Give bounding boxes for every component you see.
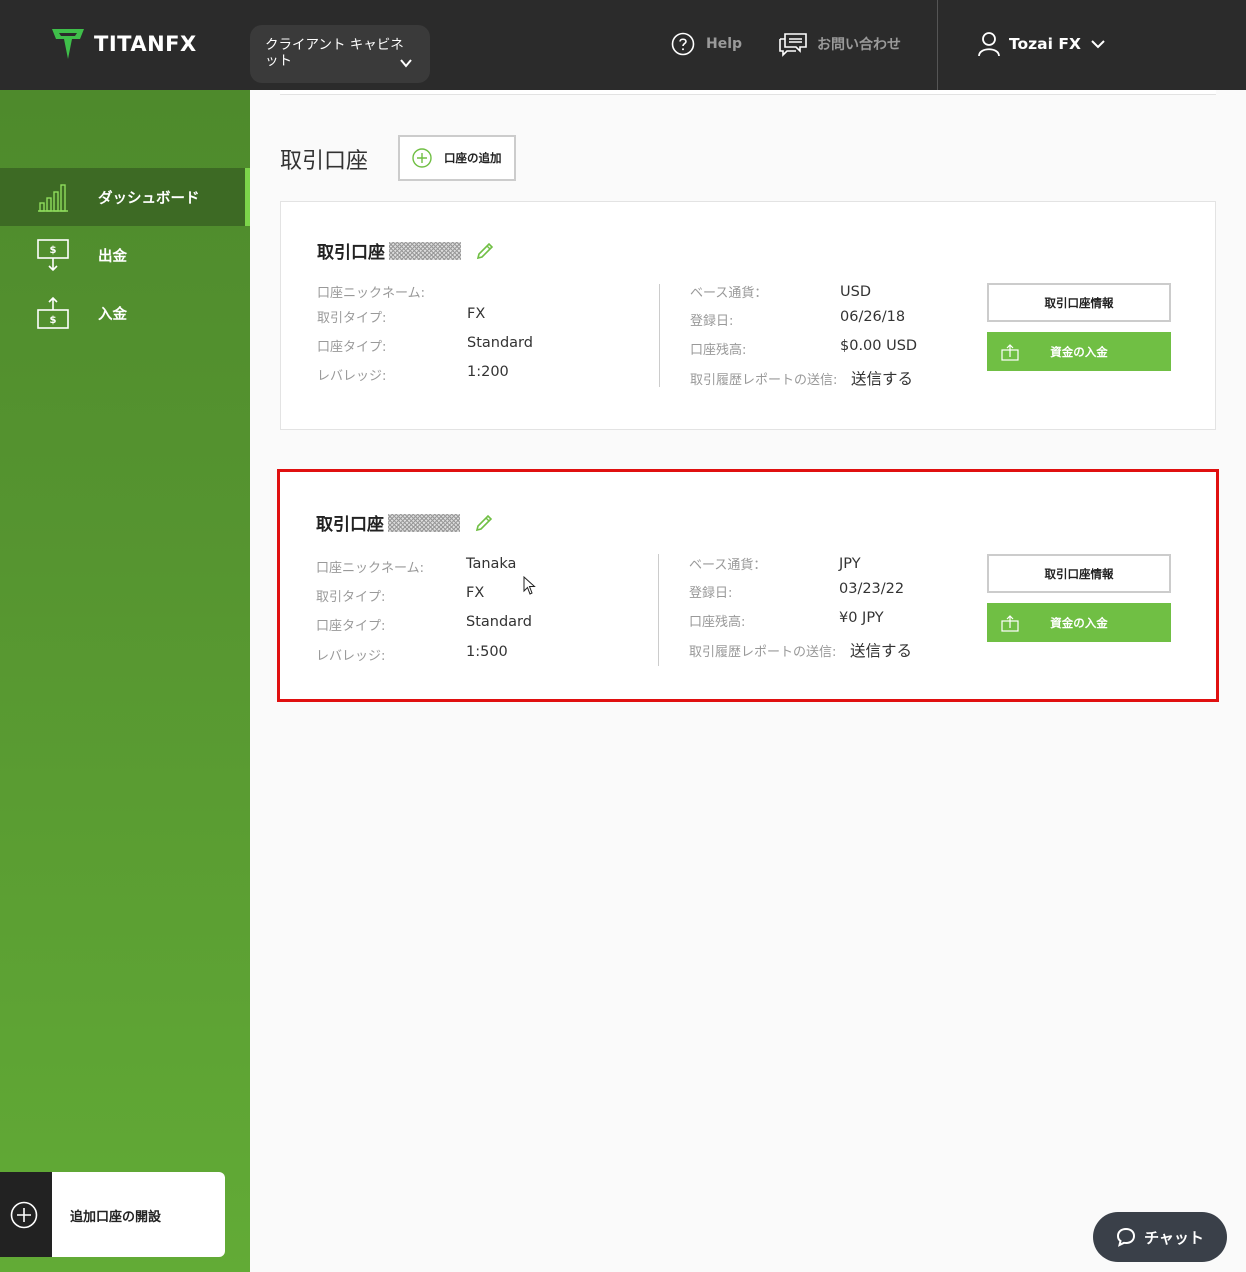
leverage-value: 1:200 <box>467 364 509 380</box>
deposit-icon <box>1001 344 1019 361</box>
deposit-funds-button[interactable]: 資金の入金 <box>987 332 1171 371</box>
chat-bubbles-icon <box>779 33 807 57</box>
trade-type-label: 取引タイプ: <box>316 590 386 605</box>
balance-value: ¥0 JPY <box>839 610 884 626</box>
registered-value: 06/26/18 <box>840 309 906 325</box>
account-info-label: 取引口座情報 <box>1044 566 1114 581</box>
account-card: 取引口座 口座ニックネーム: 取引タイプ: FX 口座タイプ: Standard… <box>280 201 1216 430</box>
sidebar: ダッシュボード $ 出金 $ 入金 追加口座の開設 <box>0 90 250 1272</box>
cabinet-label: クライアント キャビネット <box>265 37 404 69</box>
chart-bars-icon <box>38 184 68 212</box>
account-title: 取引口座 <box>316 510 494 535</box>
deposit-icon: $ <box>37 296 69 329</box>
leverage-label: レバレッジ: <box>317 369 387 384</box>
sidebar-item-label: ダッシュボード <box>98 190 200 207</box>
redacted-account-number <box>389 241 461 260</box>
nickname-value: Tanaka <box>466 556 517 572</box>
help-link[interactable]: Help <box>671 32 742 56</box>
nickname-label: 口座ニックネーム: <box>316 561 424 576</box>
balance-label: 口座残高: <box>690 343 747 358</box>
account-info-label: 取引口座情報 <box>1044 295 1114 310</box>
mouse-cursor-icon <box>523 576 536 595</box>
speech-bubble-icon <box>1117 1227 1136 1247</box>
previous-card-edge <box>280 90 1216 95</box>
chevron-down-icon <box>400 59 412 68</box>
account-title: 取引口座 <box>317 238 495 263</box>
balance-label: 口座残高: <box>689 615 746 630</box>
report-label: 取引履歴レポートの送信: <box>690 373 838 388</box>
plus-circle-icon <box>10 1201 38 1229</box>
titanfx-logo[interactable]: TITANFX <box>50 26 197 62</box>
deposit-icon <box>1001 615 1019 632</box>
user-name: Tozai FX <box>1009 35 1081 53</box>
titan-shield-icon <box>52 29 84 59</box>
plus-circle-icon <box>412 148 432 168</box>
header-divider <box>937 0 938 90</box>
leverage-value: 1:500 <box>466 644 508 660</box>
registered-label: 登録日: <box>690 314 734 329</box>
user-menu[interactable]: Tozai FX <box>978 31 1105 57</box>
sidebar-item-deposit[interactable]: $ 入金 <box>0 284 250 342</box>
client-cabinet-dropdown[interactable]: クライアント キャビネット <box>250 25 430 83</box>
open-additional-account-button[interactable]: 追加口座の開設 <box>0 1172 225 1257</box>
trade-type-label: 取引タイプ: <box>317 311 387 326</box>
currency-label: ベース通貨： <box>690 286 768 301</box>
report-value[interactable]: 送信する <box>850 639 912 661</box>
top-bar: TITANFX クライアント キャビネット Help お問い合わせ Tozai … <box>0 0 1246 90</box>
contact-label: お問い合わせ <box>817 37 901 53</box>
sidebar-item-withdraw[interactable]: $ 出金 <box>0 226 250 284</box>
currency-value: USD <box>840 284 871 300</box>
sidebar-item-label: 出金 <box>98 248 127 265</box>
account-type-value: Standard <box>466 614 532 630</box>
deposit-funds-label: 資金の入金 <box>1050 615 1108 630</box>
pencil-edit-icon[interactable] <box>475 241 495 261</box>
report-value[interactable]: 送信する <box>851 367 913 389</box>
deposit-funds-label: 資金の入金 <box>1050 344 1108 359</box>
withdraw-icon: $ <box>37 239 69 272</box>
currency-value: JPY <box>839 556 861 572</box>
account-title-label: 取引口座 <box>317 243 385 263</box>
contact-link[interactable]: お問い合わせ <box>778 31 901 57</box>
column-divider <box>659 284 660 387</box>
plus-box <box>0 1172 52 1257</box>
sidebar-item-dashboard[interactable]: ダッシュボード <box>0 168 250 226</box>
question-circle-icon <box>671 32 695 56</box>
pencil-edit-icon[interactable] <box>474 513 494 533</box>
page-title: 取引口座 <box>280 149 369 174</box>
currency-label: ベース通貨： <box>689 558 767 573</box>
balance-value: $0.00 USD <box>840 338 918 354</box>
help-label: Help <box>706 36 743 52</box>
user-icon <box>978 32 1000 57</box>
chat-button[interactable]: チャット <box>1093 1212 1227 1262</box>
account-type-value: Standard <box>467 335 533 351</box>
sidebar-item-label: 入金 <box>98 306 127 323</box>
svg-text:$: $ <box>50 245 57 256</box>
trade-type-value: FX <box>466 585 485 601</box>
redacted-account-number <box>388 513 460 532</box>
account-info-button[interactable]: 取引口座情報 <box>987 283 1171 322</box>
open-account-label: 追加口座の開設 <box>70 1210 162 1225</box>
account-info-button[interactable]: 取引口座情報 <box>987 554 1171 593</box>
logo-text: TITANFX <box>94 32 197 56</box>
deposit-funds-button[interactable]: 資金の入金 <box>987 603 1171 642</box>
nickname-label: 口座ニックネーム: <box>317 286 425 301</box>
registered-label: 登録日: <box>689 586 733 601</box>
account-card-highlighted: 取引口座 口座ニックネーム: Tanaka 取引タイプ: FX 口座タイプ: S… <box>277 469 1219 702</box>
account-type-label: 口座タイプ: <box>316 619 386 634</box>
registered-value: 03/23/22 <box>839 581 905 597</box>
leverage-label: レバレッジ: <box>316 649 386 664</box>
chat-label: チャット <box>1144 1228 1204 1247</box>
chevron-down-icon <box>1091 40 1105 49</box>
add-account-button[interactable]: 口座の追加 <box>398 135 516 181</box>
account-title-label: 取引口座 <box>316 515 384 535</box>
account-type-label: 口座タイプ: <box>317 340 387 355</box>
add-account-label: 口座の追加 <box>444 151 502 165</box>
trade-type-value: FX <box>467 306 486 322</box>
column-divider <box>658 554 659 666</box>
report-label: 取引履歴レポートの送信: <box>689 645 837 660</box>
svg-text:$: $ <box>50 315 57 326</box>
